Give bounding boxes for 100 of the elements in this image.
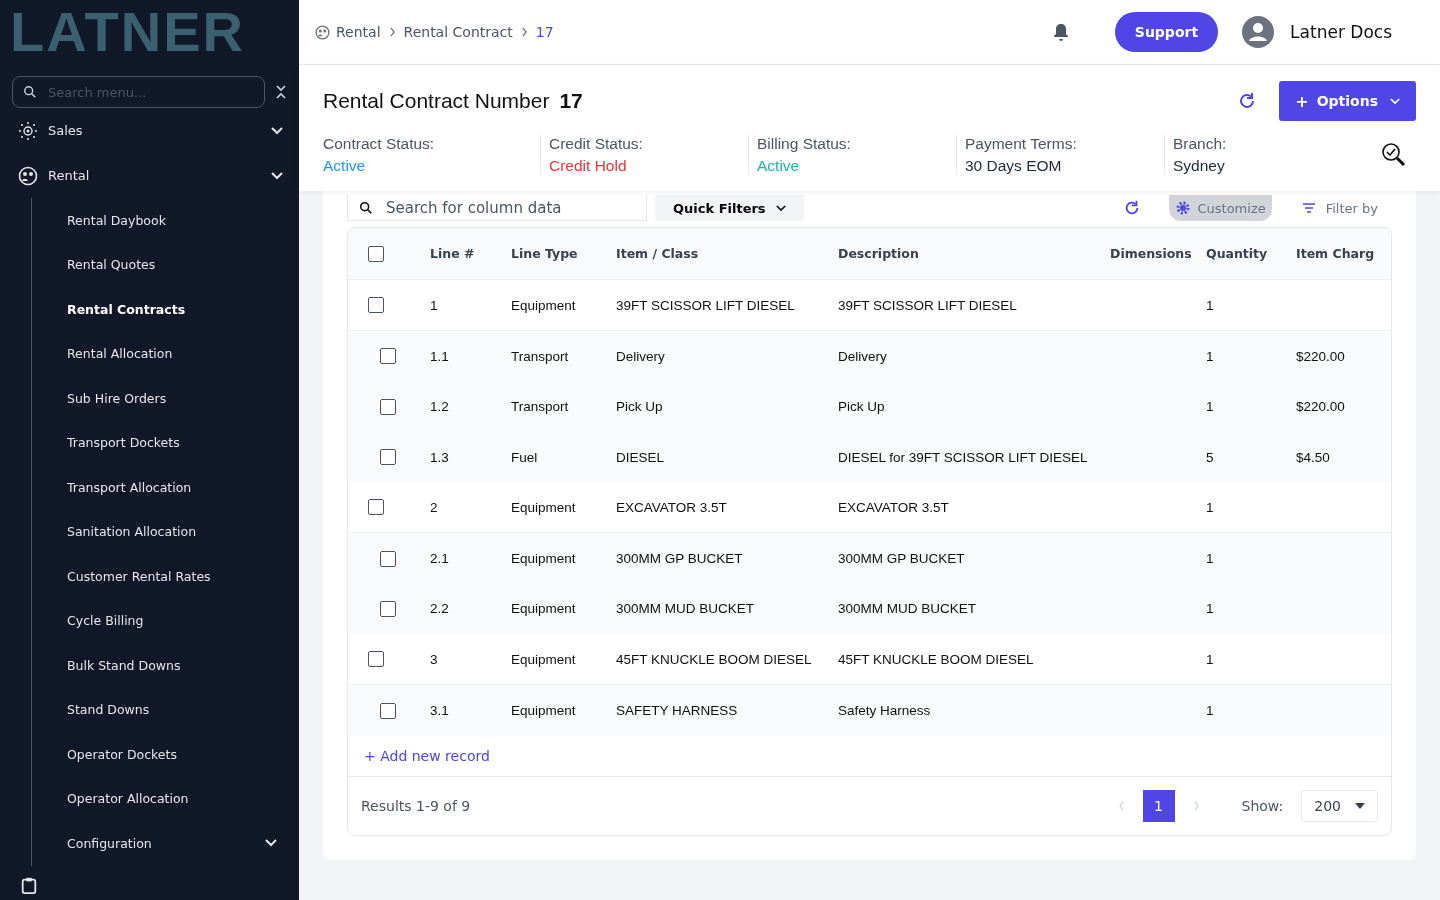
breadcrumb-link[interactable]: 17 <box>535 24 554 40</box>
table-cell: EXCAVATOR 3.5T <box>616 499 727 515</box>
quick-filters-button[interactable]: Quick Filters <box>655 195 804 221</box>
column-search-field[interactable]: Search for column data <box>347 195 647 221</box>
sidebar-section[interactable]: Rental <box>12 153 287 198</box>
table-cell: Equipment <box>511 297 576 313</box>
table-cell: 1 <box>1206 651 1214 667</box>
row-checkbox[interactable] <box>380 449 396 466</box>
sidebar-item[interactable]: Rental Daybook <box>32 198 287 243</box>
row-checkbox[interactable] <box>368 651 384 668</box>
table-cell: 300MM MUD BUCKET <box>838 601 977 617</box>
table-cell: 2 <box>430 499 438 515</box>
breadcrumb-link[interactable]: Rental <box>336 24 381 40</box>
logo: LATNER <box>10 4 245 60</box>
table-cell: 3 <box>430 651 438 667</box>
show-label: Show: <box>1241 797 1284 814</box>
sidebar-item[interactable]: Transport Allocation <box>32 465 287 510</box>
gear-icon <box>1175 200 1192 216</box>
status-label: Contract Status: <box>323 135 436 153</box>
table-cell: Equipment <box>511 703 576 718</box>
dropdown-icon <box>1355 802 1365 809</box>
row-checkbox[interactable] <box>380 702 396 719</box>
options-button[interactable]: + Options <box>1279 81 1416 121</box>
chevron-icon <box>775 204 786 212</box>
clipboard-icon <box>20 875 38 894</box>
table-cell: Delivery <box>616 348 665 364</box>
avatar-icon[interactable] <box>1242 16 1275 48</box>
user-name[interactable]: Latner Docs <box>1290 22 1392 42</box>
column-header[interactable]: Line Type <box>511 246 616 261</box>
search-check-icon[interactable] <box>1380 141 1408 169</box>
row-checkbox[interactable] <box>380 348 396 365</box>
sidebar-item[interactable]: Operator Dockets <box>32 732 287 777</box>
table-cell: Transport <box>511 348 569 364</box>
sidebar-section[interactable]: Sales <box>12 108 287 153</box>
sidebar-item[interactable]: Operator Allocation <box>32 776 287 821</box>
table-cell: $220.00 <box>1296 399 1345 415</box>
status-label: Payment Terms: <box>965 135 1078 153</box>
table-cell: 1 <box>430 297 438 313</box>
table-cell: 2.1 <box>430 551 449 567</box>
sidebar-item[interactable]: Transport Dockets <box>32 420 287 465</box>
table-cell: Equipment <box>511 651 576 667</box>
table-cell: $220.00 <box>1296 348 1345 364</box>
column-header[interactable]: Quantity <box>1206 246 1296 261</box>
table-cell: 1 <box>1206 703 1214 718</box>
chevron-right-icon <box>388 27 396 37</box>
search-icon <box>23 85 37 99</box>
table-cell: 3.1 <box>430 703 449 718</box>
page-size-select[interactable]: 200 <box>1301 789 1378 822</box>
sidebar-item[interactable]: Rental Contracts <box>32 287 287 332</box>
sidebar-item[interactable]: Cycle Billing <box>32 598 287 643</box>
column-header[interactable]: Description <box>838 246 1110 261</box>
status-label: Billing Status: <box>757 135 852 153</box>
sidebar-item[interactable]: Configuration <box>32 821 287 866</box>
people-icon <box>18 165 38 186</box>
table-cell: Transport <box>511 399 569 415</box>
table-cell: Equipment <box>511 551 576 567</box>
table-cell: 1.1 <box>430 348 449 364</box>
table-cell: Delivery <box>838 348 887 364</box>
sidebar-item[interactable]: Sub Hire Orders <box>32 376 287 421</box>
row-checkbox[interactable] <box>380 600 396 617</box>
radar-icon <box>18 120 38 141</box>
sidebar-item[interactable]: Customer Rental Rates <box>32 554 287 599</box>
search-field[interactable]: Search menu... <box>12 76 265 108</box>
status-value: Sydney <box>1173 157 1226 175</box>
page-title: Rental Contract Number <box>323 89 550 113</box>
table-cell: DIESEL for 39FT SCISSOR LIFT DIESEL <box>838 449 1088 465</box>
table-cell: 1 <box>1206 601 1214 617</box>
sidebar-item[interactable]: Rental Allocation <box>32 331 287 376</box>
filter-button[interactable]: Filter by <box>1295 199 1384 217</box>
row-checkbox[interactable] <box>368 297 384 314</box>
column-header[interactable]: Line # <box>430 246 511 261</box>
row-checkbox[interactable] <box>368 499 384 516</box>
table-cell: EXCAVATOR 3.5T <box>838 499 949 515</box>
table-cell: 1 <box>1206 348 1214 364</box>
collapse-icon[interactable] <box>275 83 287 101</box>
status-label: Branch: <box>1173 135 1228 153</box>
table-cell: 45FT KNUCKLE BOOM DIESEL <box>838 651 1034 667</box>
add-record-link[interactable]: + Add new record <box>364 747 490 764</box>
column-header[interactable]: Item / Class <box>616 246 838 261</box>
contract-number: 17 <box>559 89 583 113</box>
table-cell: 5 <box>1206 449 1214 465</box>
column-header[interactable]: Item Charg <box>1296 246 1391 261</box>
status-label: Credit Status: <box>549 135 644 153</box>
sidebar-item[interactable]: Sanitation Allocation <box>32 509 287 554</box>
row-checkbox[interactable] <box>380 398 396 415</box>
breadcrumb-link[interactable]: Rental Contract <box>403 24 513 40</box>
support-button[interactable]: Support <box>1114 12 1219 52</box>
status-value: Credit Hold <box>549 157 628 175</box>
page-button[interactable]: 1 <box>1142 789 1175 822</box>
select-all-checkbox[interactable] <box>368 245 384 262</box>
table-cell: 300MM GP BUCKET <box>616 551 743 567</box>
table-cell: 1 <box>1206 399 1214 415</box>
sidebar-item[interactable]: Rental Quotes <box>32 242 287 287</box>
table-cell: Equipment <box>511 499 576 515</box>
row-checkbox[interactable] <box>380 550 396 567</box>
sidebar-item[interactable]: Bulk Stand Downs <box>32 643 287 688</box>
column-header[interactable]: Dimensions <box>1110 246 1206 261</box>
status-value: 30 Days EOM <box>965 157 1063 175</box>
sidebar-item[interactable]: Stand Downs <box>32 687 287 732</box>
search-icon <box>359 201 373 215</box>
